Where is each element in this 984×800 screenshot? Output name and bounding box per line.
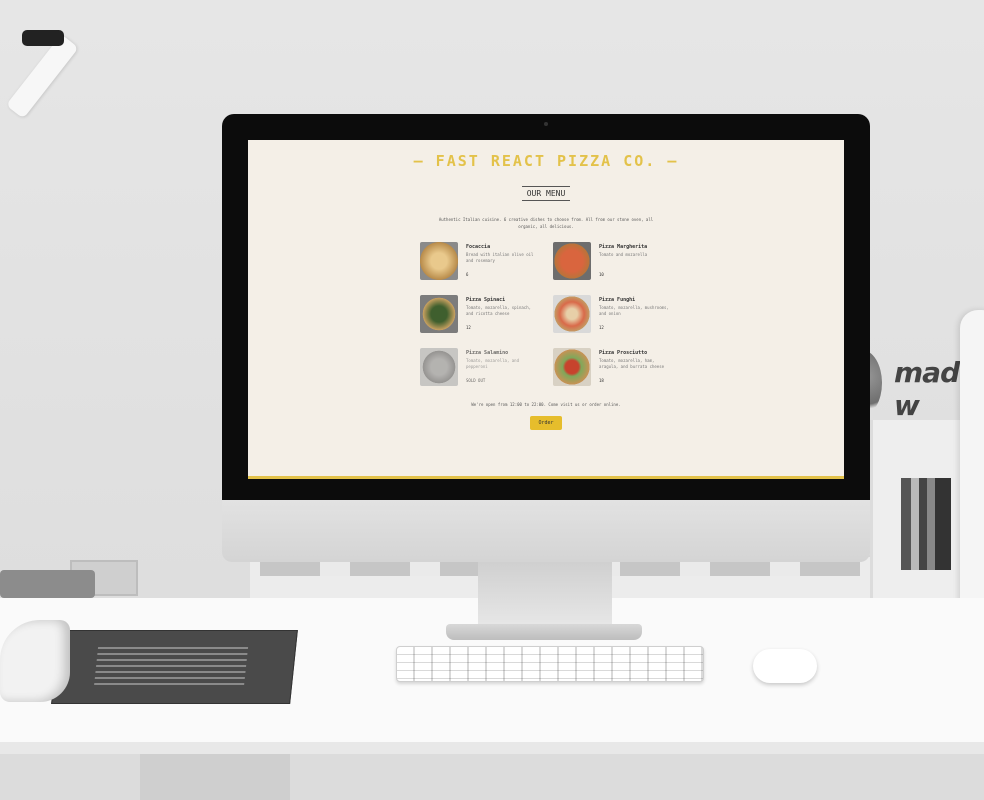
pizza-name: Pizza Margherita xyxy=(599,244,648,250)
pizza-name: Pizza Funghi xyxy=(599,297,636,303)
pizza-photo xyxy=(420,348,458,386)
brand-title: — FAST REACT PIZZA CO. — xyxy=(413,152,679,170)
website-screen: — FAST REACT PIZZA CO. — OUR MENU Authen… xyxy=(248,140,844,479)
pizza-card[interactable]: Pizza Prosciutto Tomato, mozarella, ham,… xyxy=(553,348,673,390)
menu-intro: Authentic Italian cuisine. 6 creative di… xyxy=(438,217,654,229)
magazine-text xyxy=(93,647,249,687)
monitor-stand-base xyxy=(446,624,642,640)
pizza-photo xyxy=(553,295,591,333)
pizza-ingredients: Tomato, mozarella, ham, aragula, and bur… xyxy=(599,358,665,369)
mouse xyxy=(753,649,817,683)
monitor-chin xyxy=(222,500,870,562)
desk-lamp-head xyxy=(22,30,64,46)
pizza-card[interactable]: Pizza Margherita Tomato and mozarella 10 xyxy=(553,242,673,284)
pizza-name: Pizza Prosciutto xyxy=(599,350,648,356)
pizza-price: 10 xyxy=(599,272,604,277)
order-button[interactable]: Order xyxy=(530,416,562,430)
pizza-price: 12 xyxy=(466,325,471,330)
pizza-photo xyxy=(553,242,591,280)
pizza-photo xyxy=(420,295,458,333)
monitor: — FAST REACT PIZZA CO. — OUR MENU Authen… xyxy=(222,114,870,562)
magazine xyxy=(0,620,298,704)
pizza-ingredients: Tomato, mozarella, mushrooms, and onion xyxy=(599,305,669,316)
white-figurine xyxy=(960,310,984,640)
camera-icon xyxy=(544,122,548,126)
books xyxy=(901,478,951,570)
background-object xyxy=(0,570,95,598)
pizza-ingredients: Tomato, mozarella, spinach, and ricotta … xyxy=(466,305,532,316)
pizza-price: SOLD OUT xyxy=(466,378,486,383)
pizza-photo xyxy=(420,242,458,280)
desk-leg xyxy=(140,754,290,800)
pizza-ingredients: Tomato and mozarella xyxy=(599,252,648,257)
pizza-card[interactable]: Pizza Salamino Tomato, mozarella, and pe… xyxy=(420,348,540,390)
pizza-card[interactable]: Pizza Funghi Tomato, mozarella, mushroom… xyxy=(553,295,673,337)
magazine-page xyxy=(51,630,298,704)
desk-edge xyxy=(0,742,984,754)
pizza-price: 12 xyxy=(599,325,604,330)
pizza-card[interactable]: Focaccia Bread with italian olive oil an… xyxy=(420,242,540,284)
pizza-price: 18 xyxy=(599,378,604,383)
monitor-stand xyxy=(478,560,612,632)
magazine-rolled-page xyxy=(0,620,70,702)
pizza-ingredients: Bread with italian olive oil and rosemar… xyxy=(466,252,534,263)
pizza-photo xyxy=(553,348,591,386)
pizza-name: Pizza Salamino xyxy=(466,350,509,356)
pizza-card[interactable]: Pizza Spinaci Tomato, mozarella, spinach… xyxy=(420,295,540,337)
pizza-price: 6 xyxy=(466,272,469,277)
pizza-name: Focaccia xyxy=(466,244,491,250)
keyboard xyxy=(396,646,704,682)
menu-heading: OUR MENU xyxy=(522,186,570,201)
pizza-ingredients: Tomato, mozarella, and pepperoni xyxy=(466,358,519,369)
opening-hours-text: We're open from 12:00 to 22:00. Come vis… xyxy=(471,402,621,407)
pizza-name: Pizza Spinaci xyxy=(466,297,506,303)
